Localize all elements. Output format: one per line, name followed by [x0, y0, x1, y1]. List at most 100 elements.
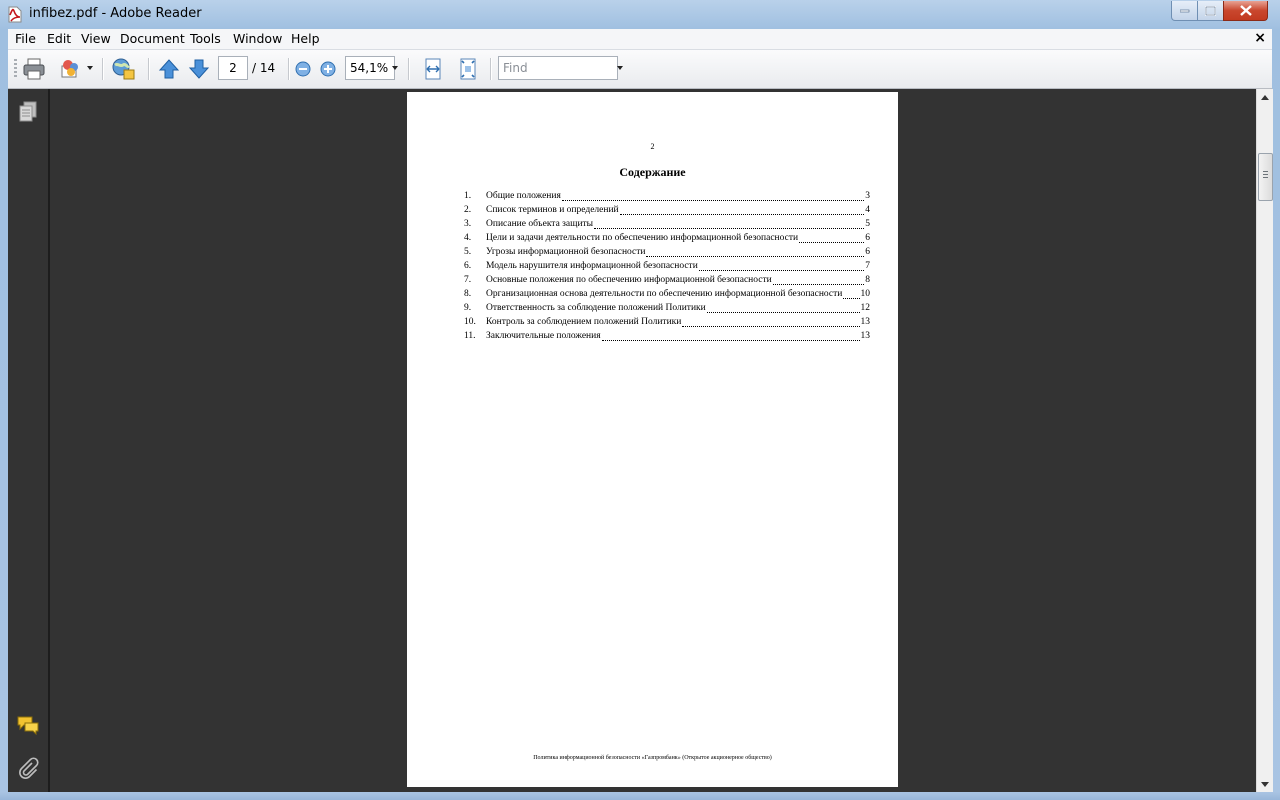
menu-window[interactable]: Window: [233, 31, 282, 46]
menu-tools[interactable]: Tools: [190, 31, 221, 46]
toc-entry-title: Модель нарушителя информационной безопас…: [486, 261, 699, 274]
scroll-up-arrow-icon[interactable]: [1257, 89, 1273, 105]
toc-entry[interactable]: 4. Цели и задачи деятельности по обеспече…: [464, 233, 870, 247]
toc-entry-number: 1.: [464, 191, 472, 201]
toc-leader-dots: [682, 317, 860, 327]
attachments-icon[interactable]: [16, 756, 40, 780]
toc-entry-title: Контроль за соблюдением положений Полити…: [486, 317, 683, 330]
pages-icon[interactable]: [16, 100, 40, 124]
toc-entry-page: 4: [864, 205, 870, 218]
toc-heading: Содержание: [619, 165, 686, 179]
next-page-icon[interactable]: [186, 56, 212, 82]
document-viewer[interactable]: 2 Содержание 1. Общие положения 3 2. Список …: [50, 89, 1256, 792]
zoom-in-icon[interactable]: [315, 56, 341, 82]
close-window-button[interactable]: [1223, 1, 1268, 21]
toc-entry-number: 10.: [464, 317, 476, 327]
page-number-input[interactable]: 2: [218, 56, 248, 80]
zoom-dropdown-arrow-icon[interactable]: [392, 66, 398, 70]
toc-entry-page: 6: [864, 247, 870, 260]
toc-leader-dots: [601, 331, 860, 341]
pdf-file-icon: [7, 6, 23, 23]
toc-entry-title: Организационная основа деятельности по о…: [486, 289, 844, 302]
toc-entry-title: Основные положения по обеспечению информ…: [486, 275, 773, 288]
toc-entry-number: 5.: [464, 247, 472, 257]
find-dropdown-arrow-icon[interactable]: [617, 66, 623, 70]
toc-entry[interactable]: 2. Список терминов и определений 4: [464, 205, 870, 219]
previous-page-icon[interactable]: [156, 56, 182, 82]
toolbar-grip[interactable]: [14, 59, 17, 79]
toc-entry-title: Цели и задачи деятельности по обеспечени…: [486, 233, 800, 246]
app-window: infibez.pdf - Adobe Reader File Edit Vie…: [0, 0, 1280, 800]
toc-entry-page: 10: [859, 289, 870, 302]
toc-leader-dots: [843, 289, 860, 299]
menu-document[interactable]: Document: [120, 31, 185, 46]
toc-leader-dots: [772, 275, 865, 285]
toc-leader-dots: [698, 261, 865, 271]
navigation-pane: [8, 89, 48, 792]
toc-entry-number: 3.: [464, 219, 472, 229]
comments-icon[interactable]: [16, 713, 40, 737]
fit-page-icon[interactable]: [455, 56, 481, 82]
minimize-button[interactable]: [1171, 1, 1198, 21]
menu-file[interactable]: File: [15, 31, 36, 46]
toolbar-separator: [288, 58, 289, 80]
close-document-button[interactable]: ×: [1254, 30, 1266, 46]
toc-entry[interactable]: 5. Угрозы информационной безопасности 6: [464, 247, 870, 261]
toc-entry-page: 8: [864, 275, 870, 288]
collaborate-icon[interactable]: [110, 56, 136, 82]
share-icon[interactable]: [58, 56, 84, 82]
toc-leader-dots: [706, 303, 860, 313]
table-of-contents: 1. Общие положения 3 2. Список терминов и оп…: [464, 191, 870, 345]
toc-entry[interactable]: 10. Контроль за соблюдением положений Пол…: [464, 317, 870, 331]
zoom-level-field[interactable]: 54,1%: [345, 56, 395, 80]
toc-entry-page: 3: [864, 191, 870, 204]
printer-icon[interactable]: [21, 56, 47, 82]
toc-entry-page: 13: [859, 317, 870, 330]
toc-leader-dots: [619, 205, 865, 215]
toc-entry[interactable]: 8. Организационная основа деятельности по…: [464, 289, 870, 303]
toolbar-separator: [408, 58, 409, 80]
toc-entry-number: 4.: [464, 233, 472, 243]
window-bottom-border: [0, 792, 1280, 800]
menu-help[interactable]: Help: [291, 31, 320, 46]
page-header-number: 2: [650, 142, 655, 151]
fit-width-icon[interactable]: [420, 56, 446, 82]
share-dropdown-arrow-icon[interactable]: [87, 66, 93, 70]
vertical-scrollbar[interactable]: [1256, 89, 1273, 792]
scrollbar-grip-icon: [1263, 171, 1268, 178]
toc-entry-number: 8.: [464, 289, 472, 299]
toolbar-separator: [102, 58, 103, 80]
toc-entry-page: 13: [859, 331, 870, 344]
toc-entry-title: Список терминов и определений: [486, 205, 620, 218]
toc-entry[interactable]: 1. Общие положения 3: [464, 191, 870, 205]
scroll-down-arrow-icon[interactable]: [1257, 776, 1273, 792]
toc-entry-number: 11.: [464, 331, 476, 341]
toc-leader-dots: [561, 191, 865, 201]
toc-entry-title: Заключительные положения: [486, 331, 602, 344]
maximize-button[interactable]: [1197, 1, 1224, 21]
pdf-page[interactable]: 2 Содержание 1. Общие положения 3 2. Список …: [407, 92, 898, 787]
toc-entry[interactable]: 9. Ответственность за соблюдение положени…: [464, 303, 870, 317]
menu-edit[interactable]: Edit: [47, 31, 71, 46]
toc-entry[interactable]: 7. Основные положения по обеспечению инфо…: [464, 275, 870, 289]
toc-entry[interactable]: 3. Описание объекта защиты 5: [464, 219, 870, 233]
find-input[interactable]: Find: [498, 56, 618, 80]
toc-entry-page: 7: [864, 261, 870, 274]
title-bar[interactable]: infibez.pdf - Adobe Reader: [0, 0, 1280, 29]
toc-entry-page: 6: [864, 233, 870, 246]
menu-view[interactable]: View: [81, 31, 111, 46]
menu-bar: File Edit View Document Tools Window Hel…: [8, 29, 1272, 50]
toc-entry-page: 12: [859, 303, 870, 316]
scrollbar-thumb[interactable]: [1258, 153, 1273, 201]
toc-entry-number: 7.: [464, 275, 472, 285]
zoom-out-icon[interactable]: [290, 56, 316, 82]
toolbar: 2 / 14 54,1% Find: [8, 50, 1272, 89]
toc-entry-title: Описание объекта защиты: [486, 219, 595, 232]
toc-entry-title: Общие положения: [486, 191, 562, 204]
toc-leader-dots: [594, 219, 865, 229]
toolbar-separator: [490, 58, 491, 80]
toc-entry-title: Угрозы информационной безопасности: [486, 247, 647, 260]
toc-entry[interactable]: 11. Заключительные положения 13: [464, 331, 870, 345]
toc-entry[interactable]: 6. Модель нарушителя информационной безоп…: [464, 261, 870, 275]
toc-entry-number: 9.: [464, 303, 472, 313]
